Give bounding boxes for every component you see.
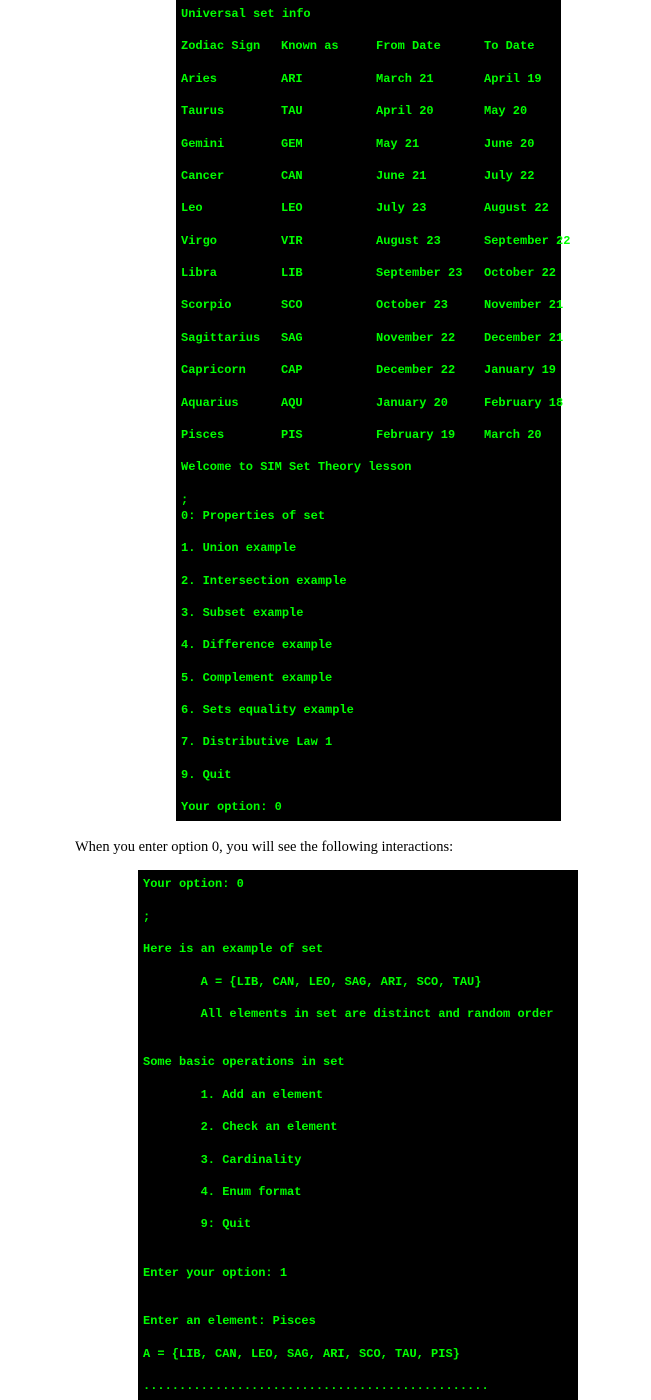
table-row: AriesARIMarch 21April 19 xyxy=(181,71,556,87)
menu-item: 9. Quit xyxy=(181,767,556,783)
table-row: AquariusAQUJanuary 20February 18 xyxy=(181,395,556,411)
terminal-output-2: Your option: 0 ; Here is an example of s… xyxy=(138,870,578,1400)
col-from: From Date xyxy=(376,38,484,54)
table-header-row: Zodiac SignKnown asFrom DateTo Date xyxy=(181,38,556,54)
term2-line: 9: Quit xyxy=(143,1216,573,1232)
col-sign: Zodiac Sign xyxy=(181,38,281,54)
menu-item: 0: Properties of set xyxy=(181,508,556,524)
term2-line: 4. Enum format xyxy=(143,1184,573,1200)
term2-line: ........................................… xyxy=(143,1378,573,1394)
menu-item: 5. Complement example xyxy=(181,670,556,686)
menu-item: 6. Sets equality example xyxy=(181,702,556,718)
prompt-line: Your option: 0 xyxy=(181,799,556,815)
welcome-line: Welcome to SIM Set Theory lesson xyxy=(181,459,556,475)
col-to: To Date xyxy=(484,38,534,54)
term2-line: 1. Add an element xyxy=(143,1087,573,1103)
term2-line: ; xyxy=(143,909,573,925)
term2-line: Enter your option: 1 xyxy=(143,1265,573,1281)
table-row: VirgoVIRAugust 23September 22 xyxy=(181,233,556,249)
table-row: GeminiGEMMay 21June 20 xyxy=(181,136,556,152)
term2-line: A = {LIB, CAN, LEO, SAG, ARI, SCO, TAU} xyxy=(143,974,573,990)
menu-item: 2. Intersection example xyxy=(181,573,556,589)
table-row: LibraLIBSeptember 23October 22 xyxy=(181,265,556,281)
term2-line: Here is an example of set xyxy=(143,941,573,957)
terminal1-header: Universal set info xyxy=(181,6,556,22)
table-row: CancerCANJune 21July 22 xyxy=(181,168,556,184)
menu-item: 4. Difference example xyxy=(181,637,556,653)
term2-line: Enter an element: Pisces xyxy=(143,1313,573,1329)
table-row: ScorpioSCOOctober 23November 21 xyxy=(181,297,556,313)
menu-item: 7. Distributive Law 1 xyxy=(181,734,556,750)
term2-line: 3. Cardinality xyxy=(143,1152,573,1168)
menu-item: 3. Subset example xyxy=(181,605,556,621)
term2-line: 2. Check an element xyxy=(143,1119,573,1135)
caption-text: When you enter option 0, you will see th… xyxy=(75,839,651,856)
table-row: PiscesPISFebruary 19March 20 xyxy=(181,427,556,443)
col-known: Known as xyxy=(281,38,376,54)
term2-line: All elements in set are distinct and ran… xyxy=(143,1006,573,1022)
term2-line: A = {LIB, CAN, LEO, SAG, ARI, SCO, TAU, … xyxy=(143,1346,573,1362)
term2-line: Some basic operations in set xyxy=(143,1054,573,1070)
table-row: CapricornCAPDecember 22January 19 xyxy=(181,362,556,378)
table-row: TaurusTAUApril 20May 20 xyxy=(181,103,556,119)
term2-line: Your option: 0 xyxy=(143,876,573,892)
menu-item: 1. Union example xyxy=(181,540,556,556)
table-row: LeoLEOJuly 23August 22 xyxy=(181,200,556,216)
terminal-output-1: Universal set info Zodiac SignKnown asFr… xyxy=(176,0,561,821)
table-row: SagittariusSAGNovember 22December 21 xyxy=(181,330,556,346)
